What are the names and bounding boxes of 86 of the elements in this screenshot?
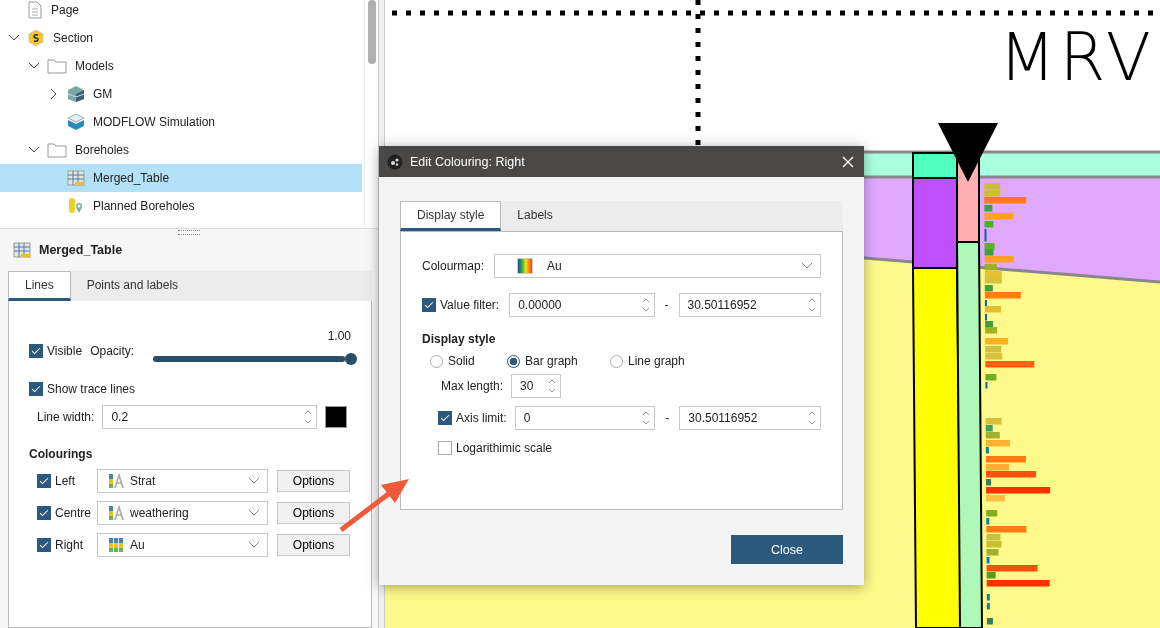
- section-heading: Display style: [422, 332, 497, 346]
- radio-button[interactable]: [610, 354, 623, 368]
- tab[interactable]: Points and labels: [70, 271, 195, 301]
- splitter-grip[interactable]: [178, 229, 200, 235]
- checkbox[interactable]: [37, 474, 51, 488]
- slider-handle[interactable]: [345, 353, 357, 365]
- minimum-field[interactable]: 0: [514, 406, 656, 430]
- options-button[interactable]: Options: [277, 502, 350, 524]
- options-button[interactable]: Options: [277, 534, 350, 556]
- tree-item[interactable]: Page: [0, 0, 362, 24]
- radio-button[interactable]: [507, 354, 520, 368]
- table-icon: [67, 169, 85, 187]
- checkbox[interactable]: [29, 344, 43, 358]
- line-width-field[interactable]: 0.2: [102, 405, 318, 429]
- colour-gradient-icon: [517, 258, 533, 274]
- checkbox-label: Right: [55, 538, 83, 552]
- max-length-field[interactable]: 30: [511, 374, 562, 398]
- checkbox[interactable]: [29, 382, 43, 396]
- colouring-dropdown[interactable]: Au: [97, 533, 268, 557]
- triangle-marker-icon: [938, 123, 998, 182]
- bar: [986, 618, 993, 625]
- close-icon[interactable]: [842, 155, 854, 168]
- category-icon: [108, 473, 124, 489]
- checkbox-label: Left: [55, 474, 75, 488]
- scrollbar-thumb[interactable]: [367, 0, 376, 64]
- minimum-field[interactable]: 0.00000: [509, 293, 655, 317]
- max-length-label: Max length:: [441, 379, 504, 393]
- range-separator: -: [664, 411, 671, 425]
- opacity-label: Opacity:: [90, 344, 135, 360]
- checkbox[interactable]: [438, 441, 452, 455]
- colourmap-label: Colourmap:: [422, 259, 486, 273]
- checkbox-label: Show trace lines: [47, 382, 136, 396]
- checkbox[interactable]: [422, 298, 436, 312]
- section-label: MRV: [998, 19, 1155, 96]
- section-heading: Colourings: [29, 447, 94, 461]
- colour-swatch[interactable]: [325, 406, 348, 428]
- checkbox[interactable]: [37, 506, 51, 520]
- colourmap-dropdown[interactable]: Au: [494, 254, 821, 278]
- checkbox-label: Centre: [55, 506, 92, 520]
- category-icon: [108, 505, 124, 521]
- tab[interactable]: Lines: [8, 271, 71, 301]
- line-width-label: Line width:: [37, 410, 95, 424]
- checkbox-label: Visible: [47, 344, 83, 358]
- close-button[interactable]: Close: [731, 535, 843, 564]
- tree-item[interactable]: Merged_Table: [0, 164, 362, 192]
- radio-button[interactable]: [430, 354, 443, 368]
- checkbox-label: Value filter:: [440, 298, 500, 312]
- caret-icon: [248, 509, 260, 517]
- radio-option[interactable]: Bar graph: [507, 354, 610, 368]
- tree-item[interactable]: Models: [0, 52, 362, 80]
- tree-item[interactable]: Planned Boreholes: [0, 192, 362, 220]
- dialog-title: Edit Colouring: Right: [410, 154, 525, 169]
- colouring-dropdown[interactable]: weathering: [97, 501, 268, 525]
- bar: [986, 594, 990, 601]
- app-logo-icon: [387, 153, 403, 170]
- checkbox[interactable]: [438, 411, 452, 425]
- folder-icon: [47, 58, 67, 74]
- tab[interactable]: Labels: [501, 201, 569, 231]
- checkbox-label: Axis limit:: [456, 411, 507, 425]
- checkbox[interactable]: [37, 538, 51, 552]
- maximum-field[interactable]: 30.50116952: [678, 293, 821, 317]
- tree-item[interactable]: Section: [0, 24, 362, 52]
- tab[interactable]: Display style: [400, 201, 502, 231]
- tree-item[interactable]: GM: [0, 80, 362, 108]
- tree-item[interactable]: MODFLOW Simulation: [0, 108, 362, 136]
- opacity-reading: 1.00: [327, 329, 351, 343]
- tree-item[interactable]: Boreholes: [0, 136, 362, 164]
- caret-icon: [801, 262, 813, 270]
- section-badge-icon: [27, 29, 45, 47]
- cube-icon: [67, 85, 85, 103]
- radio-option[interactable]: Solid: [430, 354, 507, 368]
- layered-cube-icon: [67, 113, 85, 131]
- table-icon: [13, 241, 31, 259]
- map-pin-icon: [67, 197, 85, 215]
- columns-icon: [108, 537, 124, 553]
- radio-option[interactable]: Line graph: [610, 354, 687, 368]
- panel-title: Merged_Table: [39, 243, 123, 257]
- options-button[interactable]: Options: [277, 470, 350, 492]
- colouring-dropdown[interactable]: Strat: [97, 469, 268, 493]
- folder-icon: [47, 142, 67, 158]
- bar: [986, 603, 990, 610]
- checkbox-label: Logarithimic scale: [456, 441, 553, 455]
- caret-icon: [248, 477, 260, 485]
- maximum-field[interactable]: 30.50116952: [679, 406, 821, 430]
- range-separator: -: [663, 298, 670, 312]
- caret-icon: [248, 541, 260, 549]
